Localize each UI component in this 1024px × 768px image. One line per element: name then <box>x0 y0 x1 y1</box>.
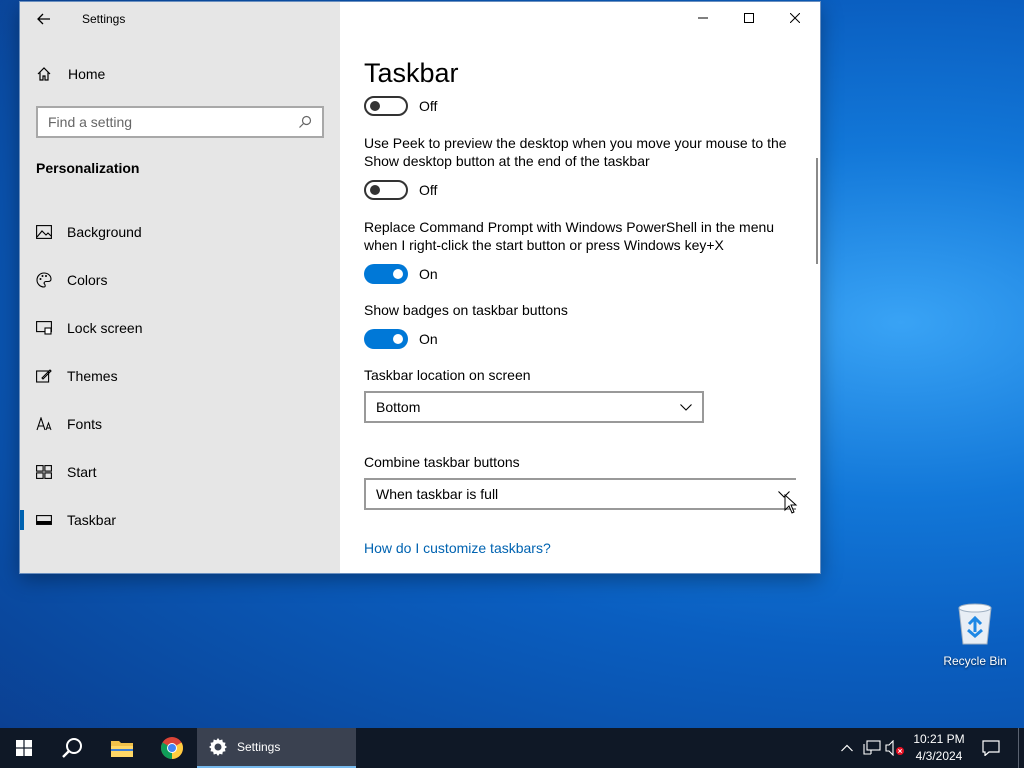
clock-time: 10:21 PM <box>913 732 965 746</box>
picture-icon <box>36 224 52 240</box>
sidebar-item-lock-screen[interactable]: Lock screen <box>20 304 340 352</box>
search-taskbar-button[interactable] <box>48 728 96 768</box>
settings-sidebar: Settings Home Personalization Background <box>20 2 340 573</box>
recycle-bin-desktop-icon[interactable]: Recycle Bin <box>940 602 1010 674</box>
home-nav-item[interactable]: Home <box>36 66 105 82</box>
sidebar-item-colors[interactable]: Colors <box>20 256 340 304</box>
sidebar-item-background[interactable]: Background <box>20 208 340 256</box>
powershell-description: Replace Command Prompt with Windows Powe… <box>364 219 775 253</box>
maximize-button[interactable] <box>726 2 772 34</box>
powershell-toggle[interactable] <box>364 264 408 284</box>
network-icon <box>863 740 881 755</box>
clock-date: 4/3/2024 <box>915 749 963 763</box>
settings-taskbar-button[interactable]: Settings <box>197 728 356 768</box>
lock-screen-icon <box>36 320 52 336</box>
windows-logo-icon <box>16 740 32 756</box>
section-heading: Personalization <box>36 160 140 176</box>
sidebar-item-label: Start <box>67 464 97 480</box>
search-icon[interactable] <box>298 115 312 129</box>
sidebar-item-label: Taskbar <box>67 512 117 528</box>
start-button[interactable] <box>0 728 48 768</box>
back-button[interactable] <box>34 8 54 30</box>
toggle-state-label: Off <box>419 98 438 114</box>
dropdown-value: When taskbar is full <box>376 486 499 502</box>
toggle-state-label: Off <box>419 182 438 198</box>
content-scrollbar[interactable] <box>816 158 818 264</box>
sidebar-item-fonts[interactable]: Fonts <box>20 400 340 448</box>
sidebar-item-taskbar[interactable]: Taskbar <box>20 496 340 544</box>
start-icon <box>36 464 52 480</box>
back-arrow-icon <box>37 13 50 25</box>
volume-tray-button[interactable] <box>884 728 906 768</box>
clock[interactable]: 10:21 PM 4/3/2024 <box>904 731 974 765</box>
windows-taskbar: Settings 10:21 PM 4/3/2024 <box>0 728 1024 768</box>
network-tray-button[interactable] <box>860 728 884 768</box>
peek-toggle[interactable] <box>364 180 408 200</box>
sidebar-item-themes[interactable]: Themes <box>20 352 340 400</box>
toggle-row-badges: On <box>364 329 438 349</box>
themes-icon <box>36 368 52 384</box>
search-box[interactable] <box>36 106 324 138</box>
combine-label: Combine taskbar buttons <box>364 454 520 470</box>
recycle-bin-label: Recycle Bin <box>943 654 1007 668</box>
palette-icon <box>36 272 52 288</box>
help-link[interactable]: How do I customize taskbars? <box>364 540 551 556</box>
chrome-icon <box>161 737 183 759</box>
recycle-bin-icon <box>958 603 992 645</box>
top-toggle[interactable] <box>364 96 408 116</box>
minimize-icon <box>698 17 708 19</box>
action-center-button[interactable] <box>976 728 1006 768</box>
chrome-button[interactable] <box>148 728 196 768</box>
peek-description: Use Peek to preview the desktop when you… <box>364 135 787 169</box>
volume-muted-icon <box>885 740 904 756</box>
sidebar-nav: Background Colors Lock screen Themes Fon… <box>20 208 340 544</box>
sidebar-item-label: Background <box>67 224 142 240</box>
toggle-state-label: On <box>419 331 438 347</box>
search-icon <box>62 738 82 758</box>
toggle-row-peek: Off <box>364 180 437 200</box>
taskbar-icon <box>36 512 52 528</box>
home-icon <box>37 67 51 81</box>
sidebar-item-label: Colors <box>67 272 108 288</box>
taskbar-app-label: Settings <box>237 740 281 754</box>
close-icon <box>790 13 800 23</box>
maximize-icon <box>744 13 754 23</box>
sidebar-item-label: Fonts <box>67 416 103 432</box>
toggle-row-top: Off <box>364 96 437 116</box>
show-desktop-button[interactable] <box>1018 728 1019 768</box>
toggle-state-label: On <box>419 266 438 282</box>
sidebar-item-label: Themes <box>67 368 118 384</box>
home-label: Home <box>68 66 106 82</box>
badges-description: Show badges on taskbar buttons <box>364 302 568 318</box>
badges-toggle[interactable] <box>364 329 408 349</box>
close-button[interactable] <box>772 2 818 34</box>
notification-icon <box>982 740 1000 756</box>
chevron-down-icon <box>680 403 692 411</box>
location-label: Taskbar location on screen <box>364 367 531 383</box>
page-title: Taskbar <box>364 58 459 88</box>
sidebar-item-start[interactable]: Start <box>20 448 340 496</box>
settings-content: Taskbar Off Use Peek to preview the desk… <box>340 2 820 573</box>
toggle-row-powershell: On <box>364 264 438 284</box>
taskbar-location-dropdown[interactable]: Bottom <box>364 391 704 423</box>
tray-overflow-button[interactable] <box>836 728 858 768</box>
folder-icon <box>111 741 133 757</box>
minimize-button[interactable] <box>680 2 726 34</box>
sidebar-item-label: Lock screen <box>67 320 143 336</box>
window-title: Settings <box>82 12 126 26</box>
fonts-icon <box>36 416 52 432</box>
file-explorer-button[interactable] <box>98 728 146 768</box>
chevron-up-icon <box>841 744 853 752</box>
gear-icon <box>209 738 227 756</box>
dropdown-value: Bottom <box>376 399 421 415</box>
settings-window: Settings Home Personalization Background <box>20 2 820 573</box>
mouse-cursor-icon <box>784 494 798 514</box>
search-input[interactable] <box>48 114 298 130</box>
combine-buttons-dropdown[interactable]: When taskbar is full <box>364 478 796 510</box>
